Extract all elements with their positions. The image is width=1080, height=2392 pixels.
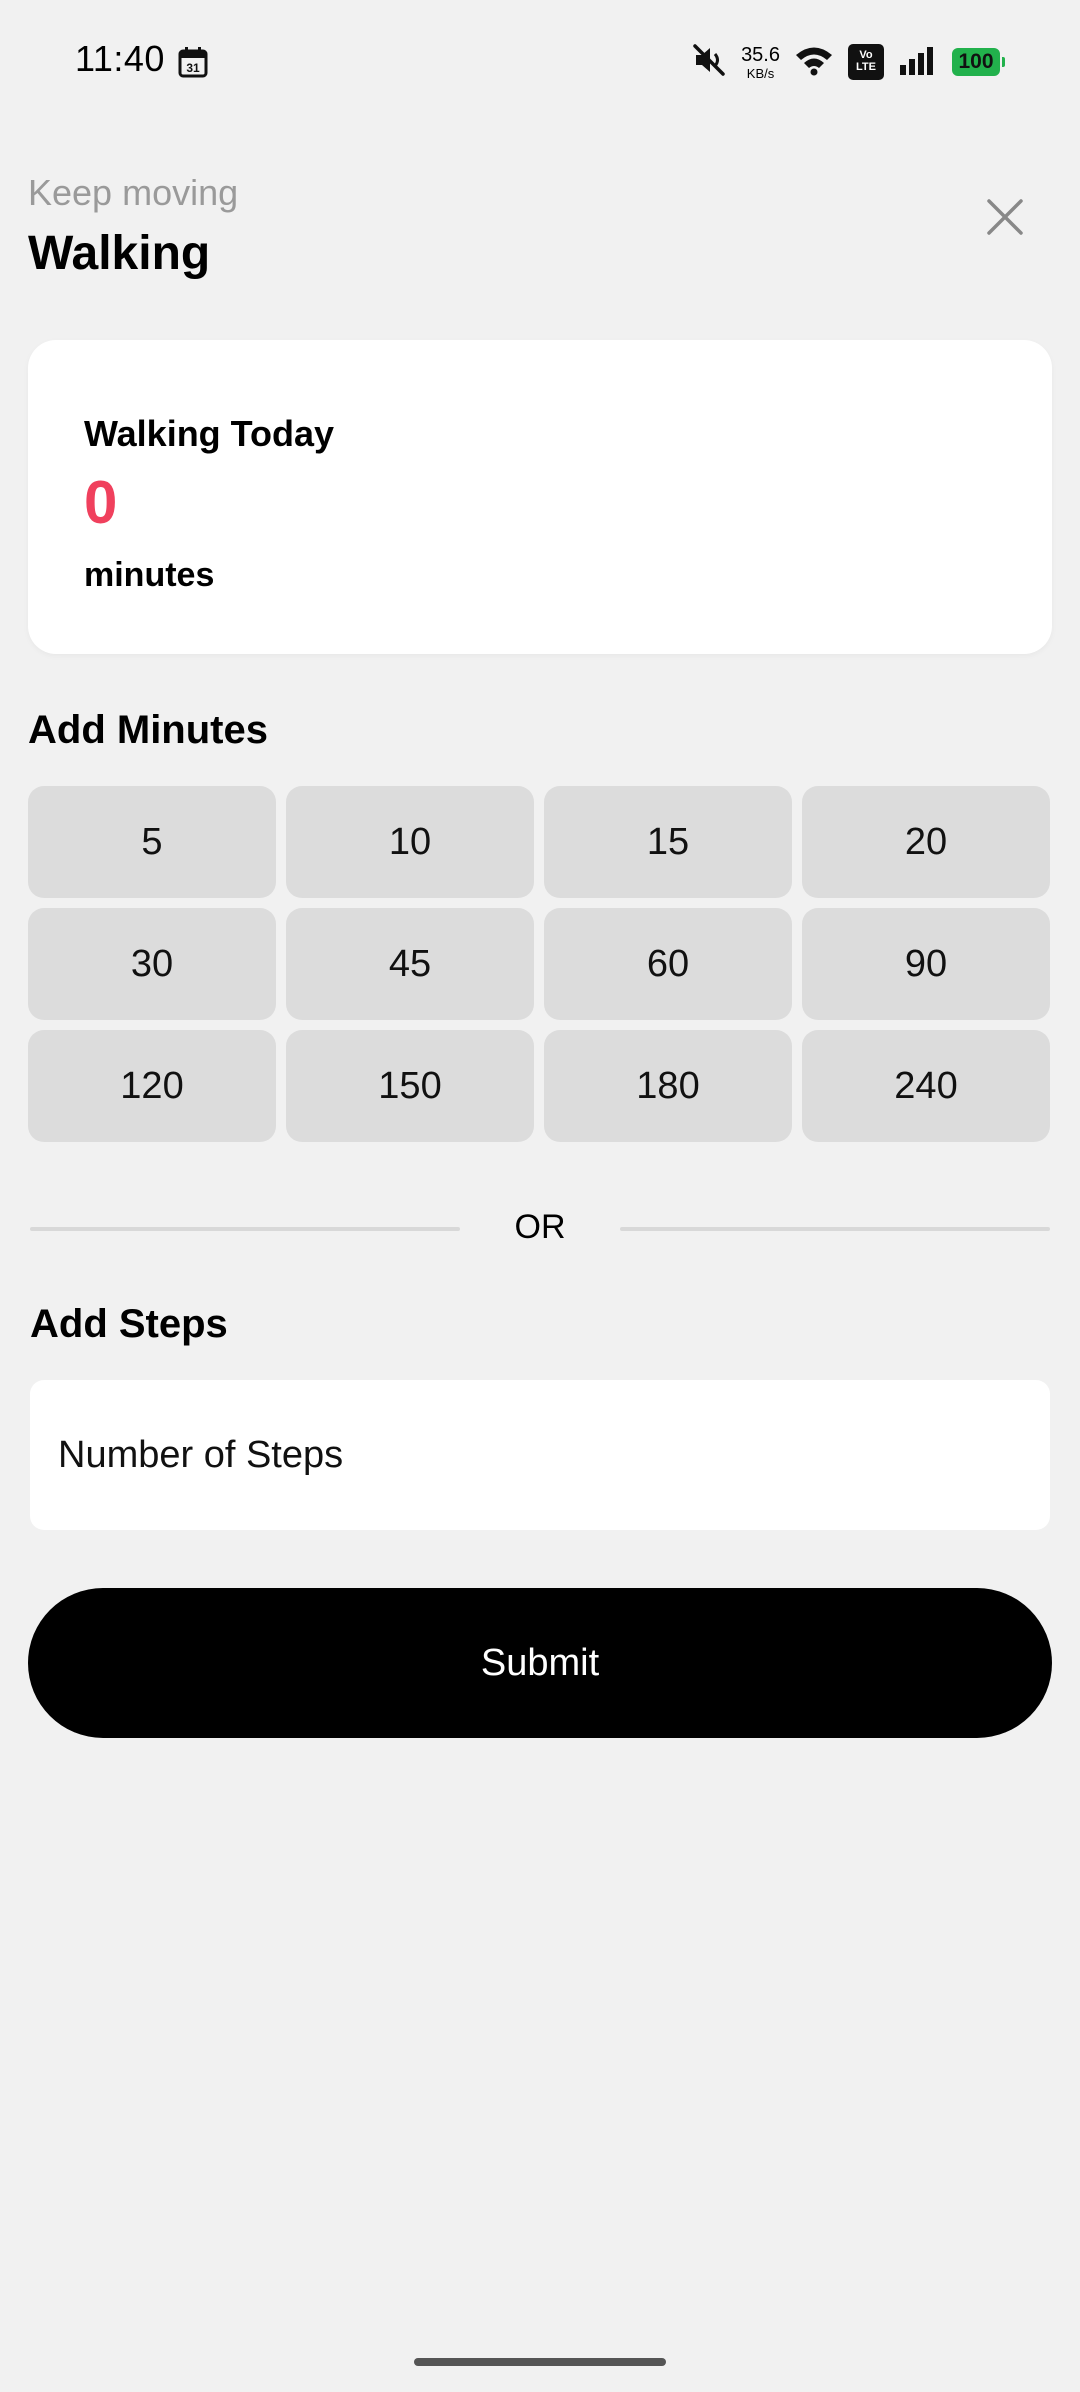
card-title: Walking Today xyxy=(84,413,335,454)
network-speed: 35.6 KB/s xyxy=(741,45,780,80)
battery-icon: 100 xyxy=(952,48,1005,76)
status-icons: 35.6 KB/s Vo LTE 100 xyxy=(691,40,1005,84)
minutes-option-button[interactable]: 60 xyxy=(544,908,792,1020)
home-indicator[interactable] xyxy=(414,2358,666,2366)
minutes-option-button[interactable]: 30 xyxy=(28,908,276,1020)
network-speed-unit: KB/s xyxy=(746,65,775,81)
submit-button[interactable]: Submit xyxy=(28,1588,1052,1738)
divider-line-right xyxy=(620,1227,1050,1231)
mute-icon xyxy=(691,42,727,83)
minutes-option-button[interactable]: 120 xyxy=(28,1030,276,1142)
volte-icon: Vo LTE xyxy=(848,44,884,80)
network-speed-value: 35.6 xyxy=(741,43,780,66)
minutes-option-button[interactable]: 15 xyxy=(544,786,792,898)
walking-minutes-unit: minutes xyxy=(84,556,215,594)
steps-input[interactable] xyxy=(30,1380,1050,1530)
minutes-options-grid: 5 10 15 20 30 45 60 90 120 150 180 240 xyxy=(28,786,1052,1142)
minutes-option-button[interactable]: 90 xyxy=(802,908,1050,1020)
calendar-icon: 31 xyxy=(178,46,208,78)
add-minutes-heading: Add Minutes xyxy=(28,708,268,752)
battery-level: 100 xyxy=(952,48,1000,76)
or-divider: OR xyxy=(30,1206,1050,1250)
close-button[interactable] xyxy=(978,190,1032,244)
status-time: 11:40 xyxy=(75,38,165,79)
add-steps-heading: Add Steps xyxy=(30,1302,228,1346)
minutes-option-button[interactable]: 45 xyxy=(286,908,534,1020)
status-bar: 11:40 31 35.6 KB/s Vo LTE 100 xyxy=(0,0,1080,120)
minutes-option-button[interactable]: 240 xyxy=(802,1030,1050,1142)
walking-today-card: Walking Today 0 minutes xyxy=(28,340,1052,654)
calendar-day: 31 xyxy=(186,61,200,75)
minutes-option-button[interactable]: 10 xyxy=(286,786,534,898)
page-title: Walking xyxy=(28,227,211,280)
page-subtitle: Keep moving xyxy=(28,172,239,213)
wifi-icon xyxy=(794,44,834,81)
minutes-option-button[interactable]: 150 xyxy=(286,1030,534,1142)
volte-bottom: LTE xyxy=(856,61,876,73)
minutes-option-button[interactable]: 180 xyxy=(544,1030,792,1142)
walking-minutes-value: 0 xyxy=(84,469,118,536)
close-icon xyxy=(987,199,1023,235)
signal-icon xyxy=(898,45,938,80)
minutes-option-button[interactable]: 5 xyxy=(28,786,276,898)
minutes-option-button[interactable]: 20 xyxy=(802,786,1050,898)
